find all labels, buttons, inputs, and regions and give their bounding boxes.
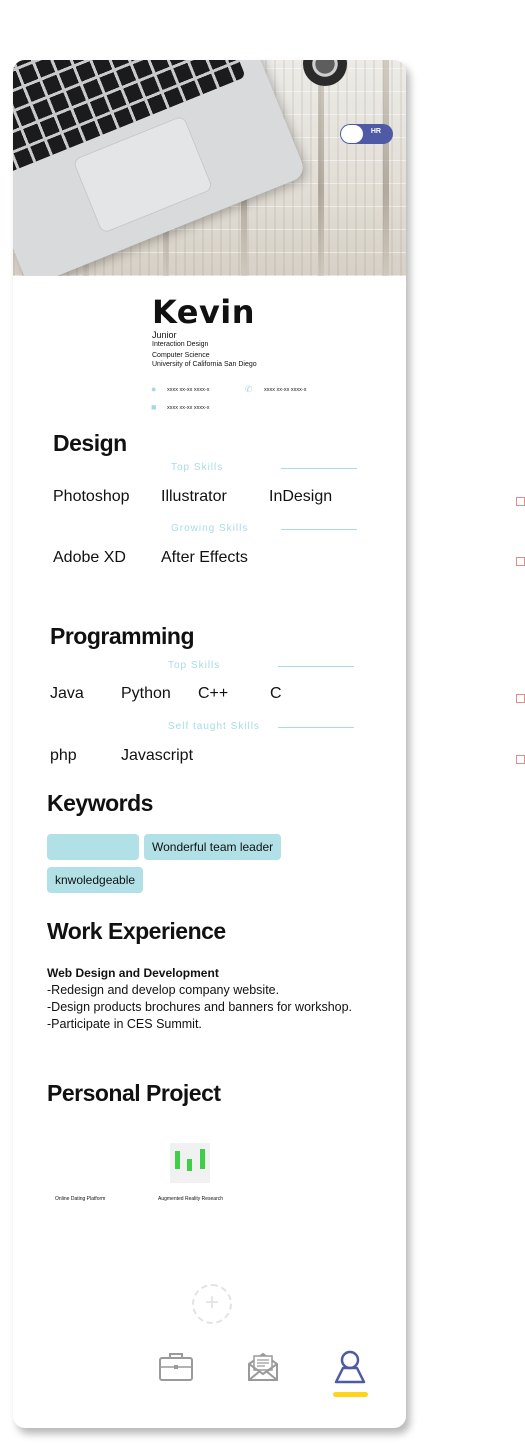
active-tab-indicator	[333, 1392, 368, 1397]
project-item[interactable]: Online Dating Platform	[55, 1196, 105, 1202]
mail-small-icon: ■	[151, 402, 157, 412]
skill-php: php	[50, 747, 77, 764]
skill-adobe-xd: Adobe XD	[53, 549, 126, 566]
phone-icon: ✆	[245, 384, 253, 394]
skill-photoshop: Photoshop	[53, 488, 130, 505]
side-marker	[516, 755, 525, 764]
skill-c: C	[270, 685, 282, 702]
briefcase-icon[interactable]	[156, 1350, 196, 1384]
design-title: Design	[53, 430, 127, 456]
side-marker	[516, 497, 525, 506]
laptop-image	[13, 60, 308, 276]
keyword-chip[interactable]: Wonderful team leader	[144, 834, 282, 860]
toggle-label: HR	[370, 128, 381, 135]
keywords-title: Keywords	[47, 790, 153, 816]
design-top-label: Top Skills	[171, 462, 224, 473]
skill-javascript: Javascript	[121, 747, 194, 764]
profile-school: University of California San Diego	[152, 361, 257, 368]
design-growing-label: Growing Skills	[171, 523, 249, 534]
contact-email: xxxx xx-xx xxxx-x	[167, 405, 210, 411]
contact-location: xxxx xx-xx xxxx-x	[167, 387, 210, 393]
work-title: Work Experience	[47, 918, 226, 944]
skill-java: Java	[50, 685, 84, 702]
programming-title: Programming	[50, 623, 195, 649]
skill-after-effects: After Effects	[161, 549, 248, 566]
toggle-knob	[341, 125, 363, 143]
projects-title: Personal Project	[47, 1080, 221, 1106]
resume-card: HR Kevin Junior Interaction Design Compu…	[13, 60, 406, 1428]
add-button[interactable]: +	[192, 1284, 232, 1324]
profile-specialty: Interaction Design	[152, 341, 209, 348]
programming-top-label: Top Skills	[168, 660, 221, 671]
keyword-chip[interactable]: knwoledgeable	[47, 867, 144, 893]
programming-self-label: Self taught Skills	[168, 721, 260, 732]
profile-level: Junior	[152, 330, 177, 340]
project-item[interactable]: Augmented Reality Research	[158, 1196, 223, 1202]
chart-icon[interactable]	[170, 1143, 210, 1183]
skill-python: Python	[121, 685, 171, 702]
work-line: -Redesign and develop company website.	[47, 983, 280, 997]
hr-toggle[interactable]: HR	[340, 124, 393, 144]
skill-indesign: InDesign	[269, 488, 333, 505]
camera-lens-image	[303, 60, 347, 86]
contact-phone: xxxx xx-xx xxxx-x	[264, 387, 307, 393]
skill-illustrator: Illustrator	[161, 488, 227, 505]
mail-icon[interactable]	[243, 1350, 283, 1384]
work-line: -Participate in CES Summit.	[47, 1017, 202, 1031]
header-photo: HR	[13, 60, 406, 276]
work-role: Web Design and Development	[47, 966, 219, 980]
keyword-chip[interactable]	[47, 834, 139, 860]
side-marker	[516, 694, 525, 703]
profile-major: Computer Science	[152, 352, 210, 359]
profile-icon[interactable]	[330, 1350, 370, 1384]
side-marker	[516, 557, 525, 566]
profile-name: Kevin	[152, 293, 256, 331]
work-line: -Design products brochures and banners f…	[47, 1000, 353, 1014]
location-icon: ●	[151, 384, 157, 394]
skill-cpp: C++	[198, 685, 229, 702]
